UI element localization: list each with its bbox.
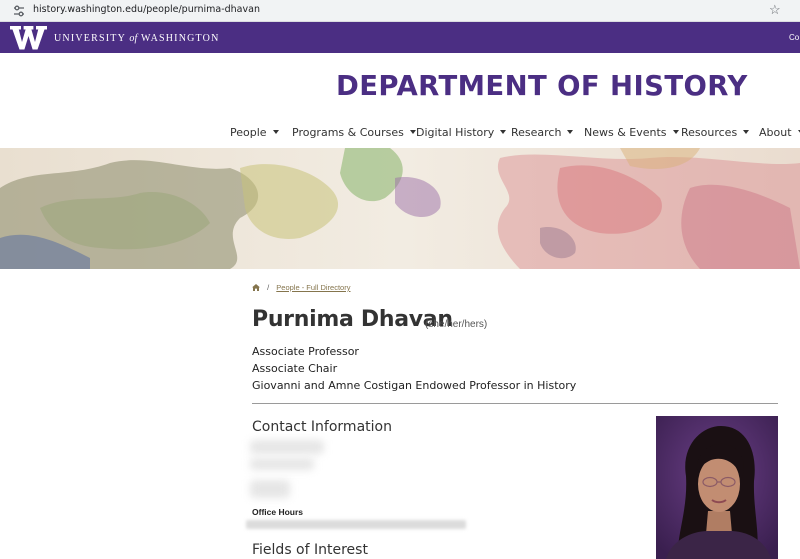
redacted-office-hours xyxy=(246,520,466,529)
person-name: Purnima Dhavan xyxy=(252,307,453,332)
nav-item-news-events[interactable]: News & Events xyxy=(584,126,679,139)
tune-icon[interactable] xyxy=(12,4,26,18)
wordmark-prefix: UNIVERSITY xyxy=(54,33,126,44)
wordmark-of: of xyxy=(129,33,138,44)
department-title[interactable]: DEPARTMENT OF HISTORY xyxy=(336,70,748,102)
nav-item-digital-history[interactable]: Digital History xyxy=(416,126,507,139)
caret-down-icon xyxy=(567,130,574,134)
person-pronouns: (she/her/hers) xyxy=(425,319,488,330)
star-icon[interactable]: ☆ xyxy=(769,2,781,18)
uw-bar-right-link[interactable]: Co xyxy=(789,33,799,42)
caret-down-icon xyxy=(672,130,679,134)
home-icon[interactable] xyxy=(252,284,260,291)
uw-wordmark[interactable]: UNIVERSITY of WASHINGTON xyxy=(54,33,220,44)
person-title: Associate Professor xyxy=(252,345,359,358)
uw-global-bar: UNIVERSITY of WASHINGTON Co xyxy=(0,22,800,53)
person-title: Associate Chair xyxy=(252,362,338,375)
portrait-image xyxy=(656,416,778,559)
person-titles: Associate Professor Associate Chair Giov… xyxy=(252,345,576,396)
url-text[interactable]: history.washington.edu/people/purnima-dh… xyxy=(33,4,260,15)
redacted-contact-line xyxy=(250,480,290,498)
nav-label: People xyxy=(230,126,267,139)
office-hours-label: Office Hours xyxy=(252,507,304,517)
fields-of-interest-heading: Fields of Interest xyxy=(252,542,368,558)
section-divider xyxy=(252,403,778,404)
redacted-contact-line xyxy=(250,458,314,470)
nav-label: Digital History xyxy=(416,126,495,139)
caret-down-icon xyxy=(272,130,279,134)
breadcrumb-link-people-directory[interactable]: People - Full Directory xyxy=(276,283,350,292)
nav-label: Programs & Courses xyxy=(292,126,404,139)
redacted-contact-line xyxy=(250,440,324,454)
w-logo-icon[interactable] xyxy=(10,25,47,50)
main-nav: People Programs & Courses Digital Histor… xyxy=(0,126,800,144)
breadcrumb: / People - Full Directory xyxy=(252,283,350,292)
nav-item-about[interactable]: About xyxy=(759,126,800,139)
caret-down-icon xyxy=(743,130,750,134)
nav-item-resources[interactable]: Resources xyxy=(681,126,750,139)
nav-label: Research xyxy=(511,126,562,139)
nav-label: About xyxy=(759,126,792,139)
person-title: Giovanni and Amne Costigan Endowed Profe… xyxy=(252,379,577,392)
nav-label: News & Events xyxy=(584,126,667,139)
header-banner-map xyxy=(0,148,800,269)
caret-down-icon xyxy=(409,130,416,134)
nav-item-programs-courses[interactable]: Programs & Courses xyxy=(292,126,416,139)
nav-label: Resources xyxy=(681,126,738,139)
breadcrumb-separator: / xyxy=(267,283,270,292)
contact-info-heading: Contact Information xyxy=(252,419,392,435)
caret-down-icon xyxy=(500,130,507,134)
profile-photo xyxy=(656,416,778,559)
banner-map-image xyxy=(0,148,800,269)
nav-item-research[interactable]: Research xyxy=(511,126,574,139)
browser-address-bar: history.washington.edu/people/purnima-dh… xyxy=(0,0,800,22)
nav-item-people[interactable]: People xyxy=(230,126,279,139)
wordmark-suffix: WASHINGTON xyxy=(141,33,220,44)
